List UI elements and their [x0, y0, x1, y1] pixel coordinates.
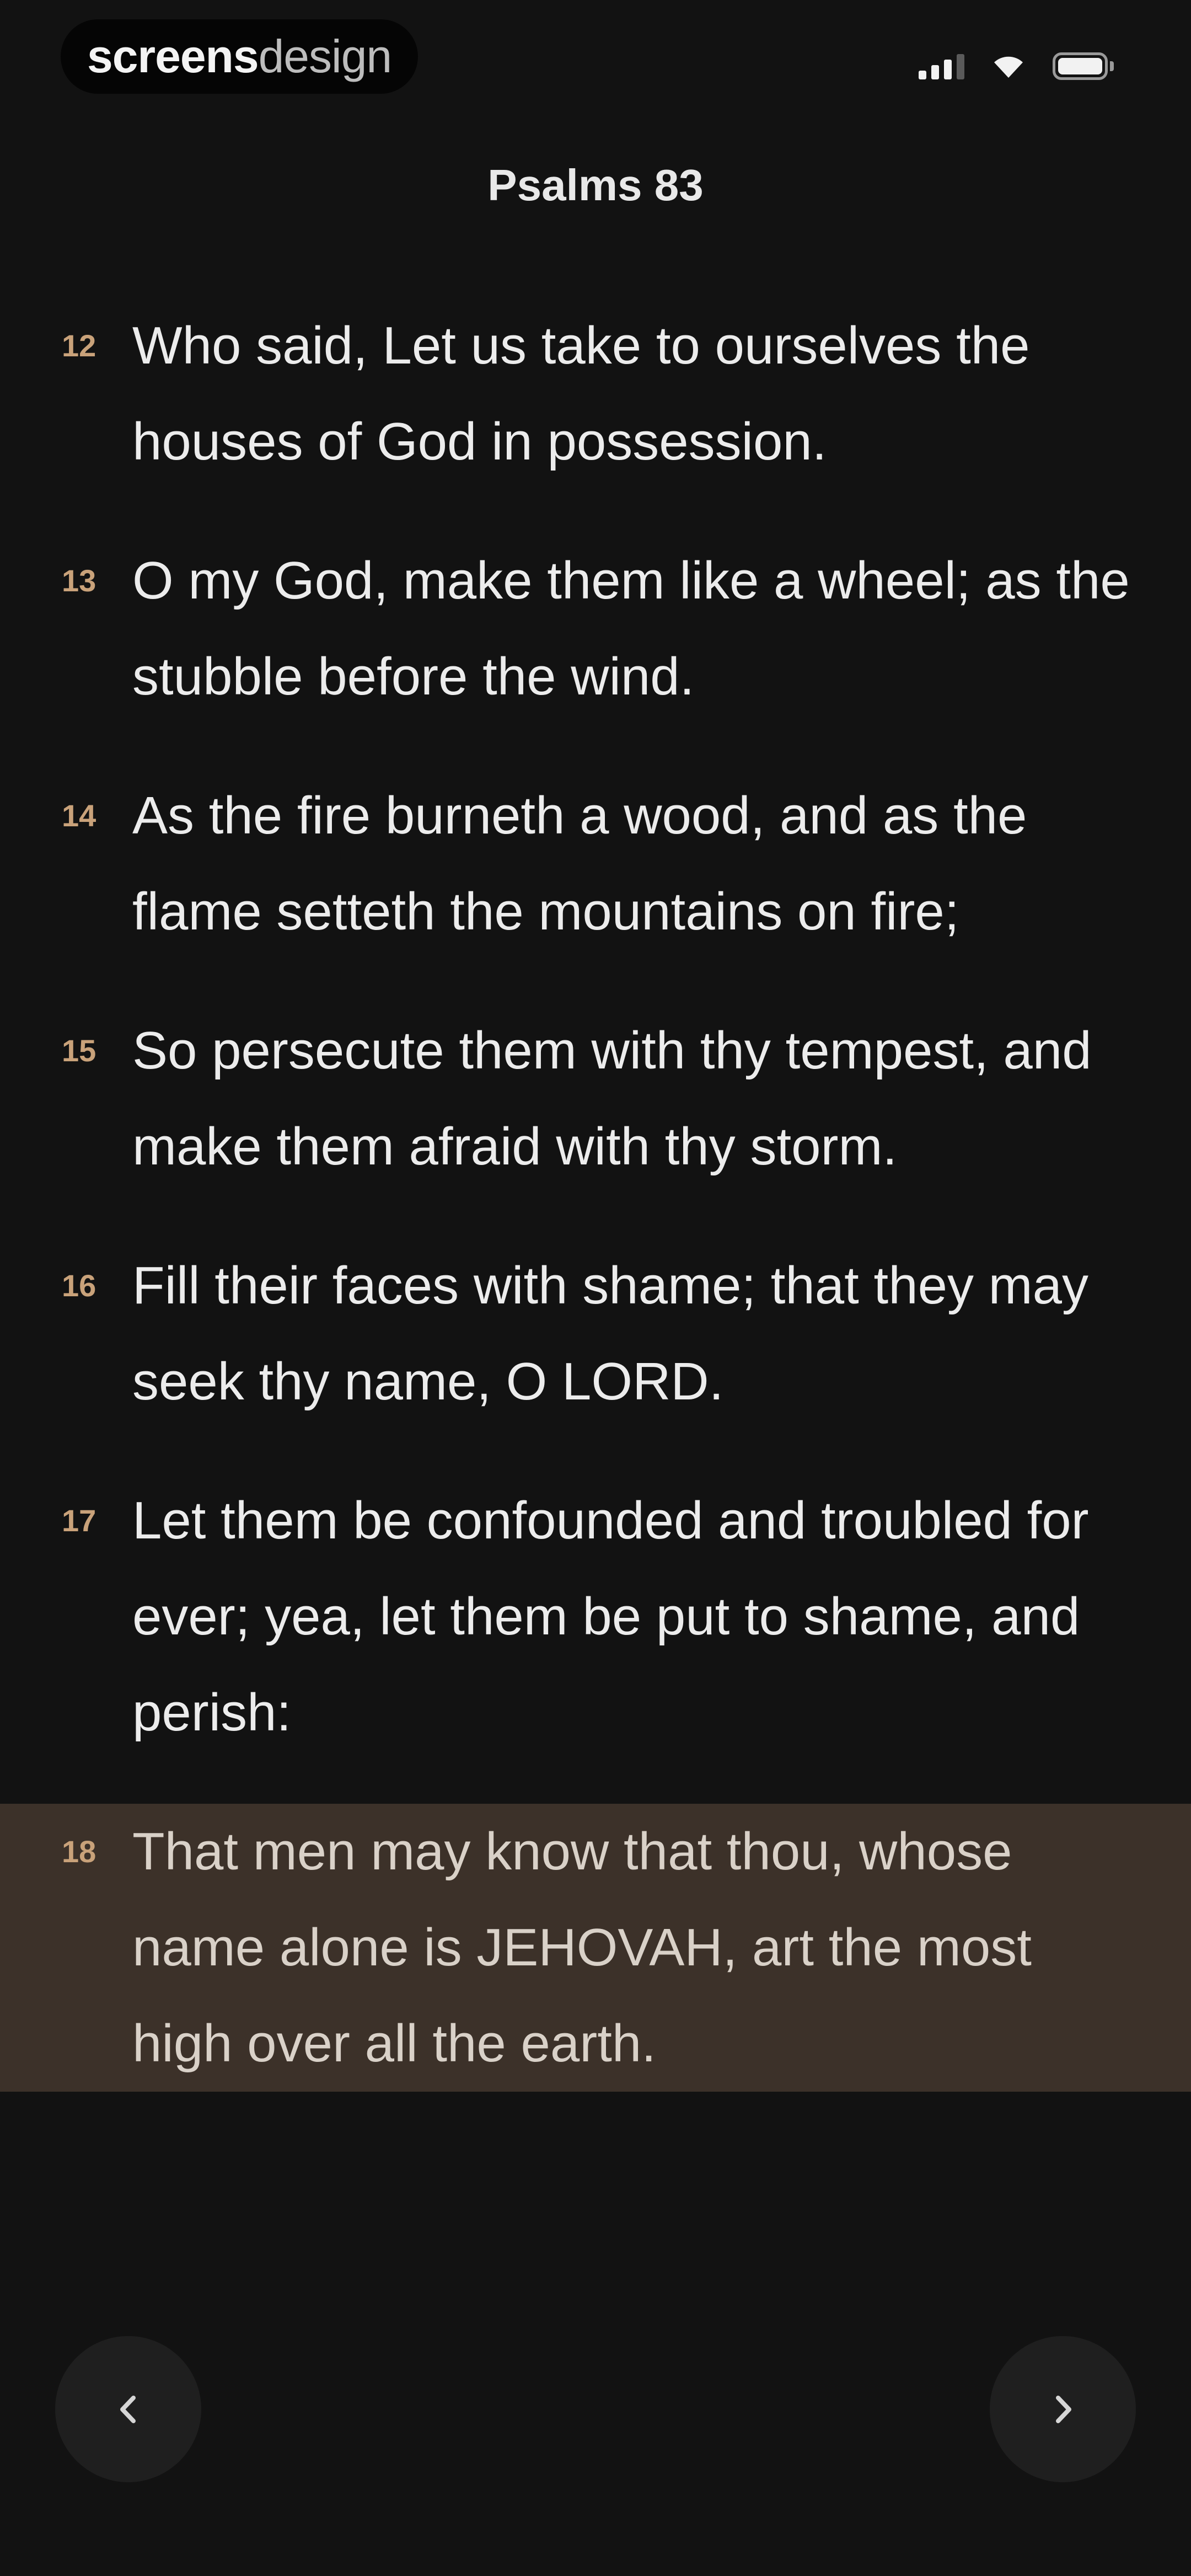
verse-text: Fill their faces with shame; that they m…: [132, 1256, 1088, 1411]
verse-17[interactable]: 17 Let them be confounded and troubled f…: [0, 1473, 1191, 1761]
verse-text: That men may know that thou, whose name …: [132, 1822, 1032, 2073]
verse-12[interactable]: 12 Who said, Let us take to ourselves th…: [0, 298, 1191, 490]
verse-18-highlighted[interactable]: 18 That men may know that thou, whose na…: [0, 1804, 1191, 2092]
verse-text: So persecute them with thy tempest, and …: [132, 1021, 1092, 1176]
verse-text: Who said, Let us take to ourselves the h…: [132, 316, 1030, 471]
verse-text: O my God, make them like a wheel; as the…: [132, 551, 1130, 706]
status-icons: [919, 44, 1114, 88]
verse-text: As the fire burneth a wood, and as the f…: [132, 786, 1027, 941]
wifi-icon: [994, 56, 1023, 78]
brand-logo-bold: screens: [87, 30, 259, 82]
verse-number: 18: [62, 1834, 96, 1869]
verse-14[interactable]: 14 As the fire burneth a wood, and as th…: [0, 768, 1191, 960]
brand-logo: screens design: [61, 19, 419, 94]
chapter-title: Psalms 83: [487, 161, 704, 210]
verse-list: 12 Who said, Let us take to ourselves th…: [0, 298, 1191, 2135]
verse-number: 15: [62, 1033, 96, 1068]
previous-chapter-button[interactable]: [55, 2336, 201, 2482]
verse-13[interactable]: 13 O my God, make them like a wheel; as …: [0, 533, 1191, 725]
signal-icon: [919, 53, 964, 79]
verse-number: 16: [62, 1268, 96, 1303]
chevron-right-icon: [1055, 2395, 1071, 2423]
chevron-left-icon: [120, 2395, 136, 2423]
verse-16[interactable]: 16 Fill their faces with shame; that the…: [0, 1238, 1191, 1430]
verse-text: Let them be confounded and troubled for …: [132, 1491, 1089, 1742]
verse-number: 17: [62, 1503, 96, 1538]
next-chapter-button[interactable]: [990, 2336, 1136, 2482]
status-bar: screens design: [0, 0, 1191, 110]
verse-15[interactable]: 15 So persecute them with thy tempest, a…: [0, 1003, 1191, 1195]
verse-number: 14: [62, 798, 96, 833]
battery-icon: [1053, 52, 1114, 80]
verse-number: 13: [62, 563, 96, 598]
brand-logo-light: design: [258, 30, 393, 82]
verse-number: 12: [62, 328, 96, 363]
